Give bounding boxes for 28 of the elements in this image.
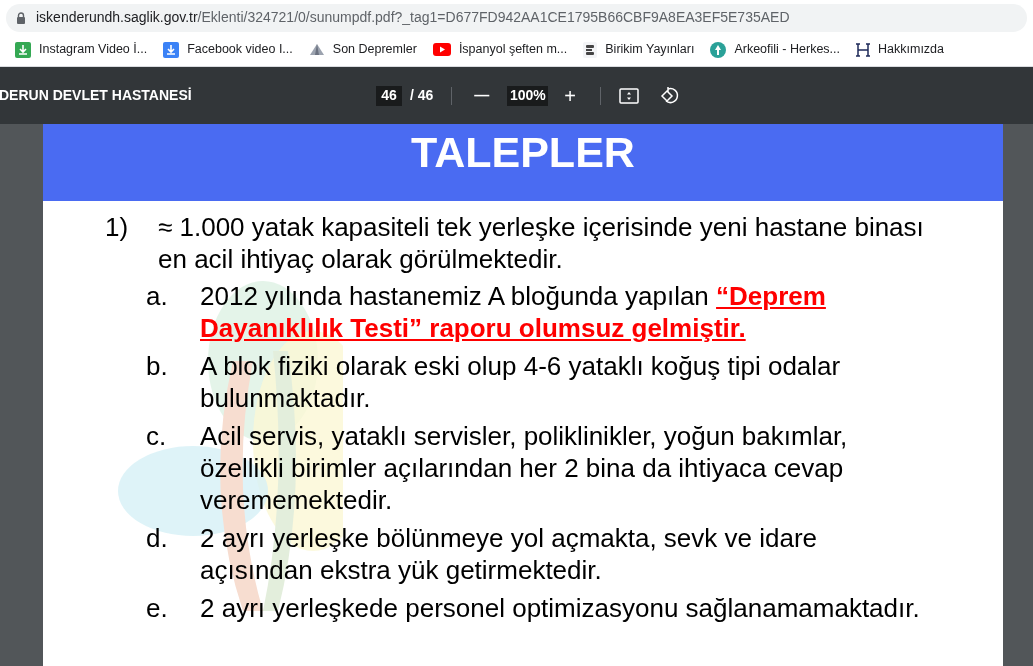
- bookmark[interactable]: İspanyol şeften m...: [427, 36, 573, 63]
- url-text: iskenderundh.saglik.gov.tr/Eklenti/324721/0/sunumpdf.pdf?_tag1=D677FD942AA1CE1795B66CBF9A8EA3EF5E735AED: [36, 8, 790, 27]
- zoom-field[interactable]: 100%: [507, 85, 549, 106]
- list-letter: b.: [146, 350, 169, 383]
- slide-title: TALEPLER: [411, 127, 635, 179]
- list-paragraph: ≈ 1.000 yatak kapasiteli tek yerleşke içerisinde yeni hastane binası en acil ihtiyaç olarak görülmektedir.: [158, 211, 925, 275]
- bookmark[interactable]: Instagram Video İ...: [10, 36, 153, 63]
- list-paragraph: 2 ayrı yerleşke bölünmeye yol açmakta, sevk ve idare açısından ekstra yük getirmektedir.: [200, 522, 819, 586]
- list-letter: c.: [146, 420, 168, 453]
- page-number-field[interactable]: 46: [376, 85, 402, 106]
- list-letter: e.: [146, 592, 169, 624]
- document-title: DERUN DEVLET HASTANESİ: [0, 86, 193, 105]
- bookmark[interactable]: Facebook video I...: [158, 36, 298, 63]
- list-paragraph: Acil servis, yataklı servisler, poliklinikler, yoğun bakımlar, özellikli birimler açılarından her 2 bina da ihtiyaca cevap verememektedir.: [200, 420, 849, 516]
- zoom-in-button[interactable]: +: [558, 80, 583, 111]
- list-number: 1): [105, 211, 130, 244]
- page-total: / 46: [410, 86, 434, 105]
- list-paragraph: 2012 yılında hastanemiz A bloğunda yapılan “Deprem Dayanıklılık Testi” raporu olumsuz gelmiştir.: [200, 280, 827, 344]
- bookmark[interactable]: Son Depremler: [303, 36, 422, 63]
- list-paragraph: A blok fiziki olarak eski olup 4-6 yataklı koğuş tipi odalar bulunmaktadır.: [200, 350, 842, 414]
- zoom-out-button[interactable]: —: [470, 84, 494, 107]
- bookmark[interactable]: Hakkımızda: [851, 36, 949, 63]
- list-letter: a.: [146, 280, 169, 313]
- list-letter: d.: [146, 522, 169, 555]
- bookmark[interactable]: Birikim Yayınları: [578, 36, 700, 63]
- bookmark[interactable]: Arkeofili - Herkes...: [705, 36, 845, 63]
- list-paragraph: 2 ayrı yerleşkede personel optimizasyonu sağlanamamaktadır.: [200, 592, 921, 624]
- address-bar[interactable]: iskenderundh.saglik.gov.tr/Eklenti/324721/0/sunumpdf.pdf?_tag1=D677FD942AA1CE1795B66CBF9A8EA3EF5E735AED: [6, 3, 1027, 32]
